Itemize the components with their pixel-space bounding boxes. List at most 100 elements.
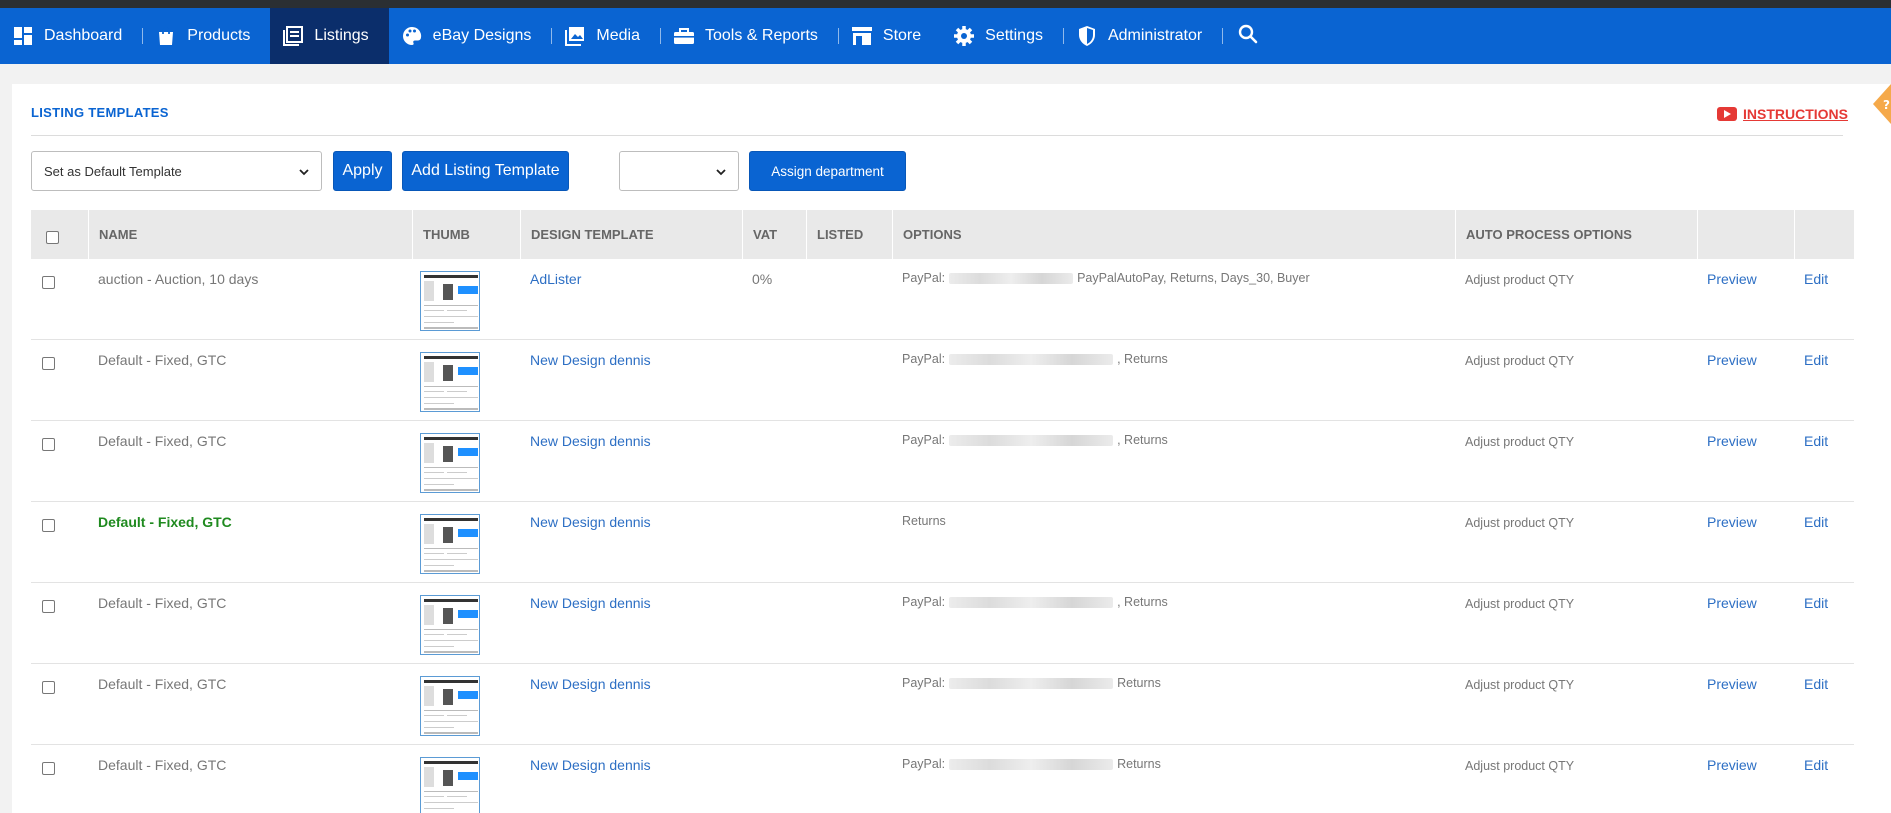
design-template-link[interactable]: New Design dennis [530, 433, 651, 449]
nav-label-administrator: Administrator [1107, 27, 1203, 44]
redacted-paypal-email [949, 353, 1114, 365]
edit-link[interactable]: Edit [1804, 676, 1828, 692]
options-suffix: PayPalAutoPay, Returns, Days_30, Buyer [1077, 271, 1310, 285]
design-template-link[interactable]: New Design dennis [530, 514, 651, 530]
design-template-link[interactable]: New Design dennis [530, 352, 651, 368]
template-thumbnail[interactable] [420, 433, 480, 493]
preview-link[interactable]: Preview [1707, 676, 1757, 692]
template-thumbnail[interactable] [420, 595, 480, 655]
window-top-strip [0, 0, 1891, 8]
design-template-link[interactable]: New Design dennis [530, 757, 651, 773]
row-checkbox[interactable] [42, 519, 55, 532]
nav-item-media[interactable]: Media [552, 8, 660, 64]
preview-link[interactable]: Preview [1707, 271, 1757, 287]
template-name: Default - Fixed, GTC [98, 757, 227, 773]
template-thumbnail[interactable] [420, 757, 480, 813]
preview-link[interactable]: Preview [1707, 595, 1757, 611]
search-icon [1238, 24, 1258, 49]
listings-icon [282, 25, 304, 47]
chevron-down-icon [716, 164, 726, 179]
template-thumbnail[interactable] [420, 514, 480, 574]
design-template-link[interactable]: AdLister [530, 271, 581, 287]
header-auto-process-options: AUTO PROCESS OPTIONS [1455, 210, 1697, 259]
row-checkbox[interactable] [42, 438, 55, 451]
help-tab[interactable]: ? [1869, 84, 1891, 124]
options-prefix: PayPal: [902, 271, 946, 285]
thumbnail-preview-image [424, 437, 478, 491]
edit-link[interactable]: Edit [1804, 271, 1828, 287]
instructions-link[interactable]: INSTRUCTIONS [1717, 106, 1848, 122]
header-listed[interactable]: LISTED [806, 210, 892, 259]
auto-process-value: Adjust product QTY [1465, 273, 1575, 287]
edit-link[interactable]: Edit [1804, 352, 1828, 368]
template-thumbnail[interactable] [420, 676, 480, 736]
options-text: PayPal: , Returns [902, 352, 1455, 366]
template-thumbnail[interactable] [420, 352, 480, 412]
nav-item-listings[interactable]: Listings [270, 8, 389, 64]
table-header: NAME THUMB DESIGN TEMPLATE VAT LISTED OP… [31, 210, 1854, 259]
edit-link[interactable]: Edit [1804, 433, 1828, 449]
template-name: Default - Fixed, GTC [98, 676, 227, 692]
options-prefix: PayPal: [902, 676, 946, 690]
assign-department-button[interactable]: Assign department [749, 151, 906, 191]
edit-link[interactable]: Edit [1804, 514, 1828, 530]
dashboard-icon [12, 25, 34, 47]
options-text: PayPal: Returns [902, 676, 1455, 690]
edit-link[interactable]: Edit [1804, 757, 1828, 773]
select-all-checkbox[interactable] [46, 231, 59, 244]
redacted-paypal-email [949, 434, 1114, 446]
table-row: auction - Auction, 10 days AdLister 0% PayP… [31, 259, 1854, 340]
header-thumb: THUMB [412, 210, 520, 259]
options-text: PayPal: PayPalAutoPay, Returns, Days_30, … [902, 271, 1455, 285]
table-row: Default - Fixed, GTC New Design dennis Pay… [31, 583, 1854, 664]
nav-item-products[interactable]: Products [143, 8, 270, 64]
template-thumbnail[interactable] [420, 271, 480, 331]
bulk-action-select[interactable]: Set as Default Template [31, 151, 322, 191]
nav-item-administrator[interactable]: Administrator [1064, 8, 1222, 64]
header-vat[interactable]: VAT [742, 210, 806, 259]
header-select-all-cell [31, 210, 88, 259]
nav-search-button[interactable] [1223, 8, 1273, 64]
row-checkbox[interactable] [42, 276, 55, 289]
edit-link[interactable]: Edit [1804, 595, 1828, 611]
redacted-paypal-email [949, 596, 1114, 608]
bulk-action-value: Set as Default Template [44, 163, 182, 179]
apply-button[interactable]: Apply [333, 151, 392, 191]
preview-link[interactable]: Preview [1707, 757, 1757, 773]
row-checkbox[interactable] [42, 681, 55, 694]
department-select[interactable] [619, 151, 739, 191]
preview-link[interactable]: Preview [1707, 514, 1757, 530]
options-suffix: , Returns [1117, 595, 1168, 609]
options-prefix: PayPal: [902, 433, 946, 447]
nav-label-tools-reports: Tools & Reports [704, 27, 818, 44]
chevron-down-icon [299, 164, 309, 179]
row-checkbox[interactable] [42, 600, 55, 613]
table-row: Default - Fixed, GTC New Design dennis Ret… [31, 502, 1854, 583]
redacted-paypal-email [949, 677, 1114, 689]
row-checkbox[interactable] [42, 762, 55, 775]
shield-icon [1076, 25, 1098, 47]
youtube-icon [1717, 107, 1737, 121]
nav-item-tools-reports[interactable]: Tools & Reports [661, 8, 838, 64]
header-design-template[interactable]: DESIGN TEMPLATE [520, 210, 742, 259]
nav-item-store[interactable]: Store [839, 8, 941, 64]
design-template-link[interactable]: New Design dennis [530, 676, 651, 692]
options-suffix: Returns [1117, 676, 1161, 690]
add-listing-template-button[interactable]: Add Listing Template [402, 151, 569, 191]
gear-icon [953, 25, 975, 47]
nav-item-ebay-designs[interactable]: eBay Designs [389, 8, 552, 64]
preview-link[interactable]: Preview [1707, 433, 1757, 449]
header-name[interactable]: NAME [88, 210, 412, 259]
auto-process-value: Adjust product QTY [1465, 678, 1575, 692]
thumbnail-preview-image [424, 680, 478, 734]
store-icon [851, 25, 873, 47]
nav-label-listings: Listings [314, 27, 369, 44]
row-checkbox[interactable] [42, 357, 55, 370]
options-text: PayPal: Returns [902, 757, 1455, 771]
auto-process-value: Adjust product QTY [1465, 354, 1575, 368]
design-template-link[interactable]: New Design dennis [530, 595, 651, 611]
options-suffix: Returns [1117, 757, 1161, 771]
nav-item-settings[interactable]: Settings [941, 8, 1063, 64]
preview-link[interactable]: Preview [1707, 352, 1757, 368]
nav-item-dashboard[interactable]: Dashboard [0, 8, 142, 64]
